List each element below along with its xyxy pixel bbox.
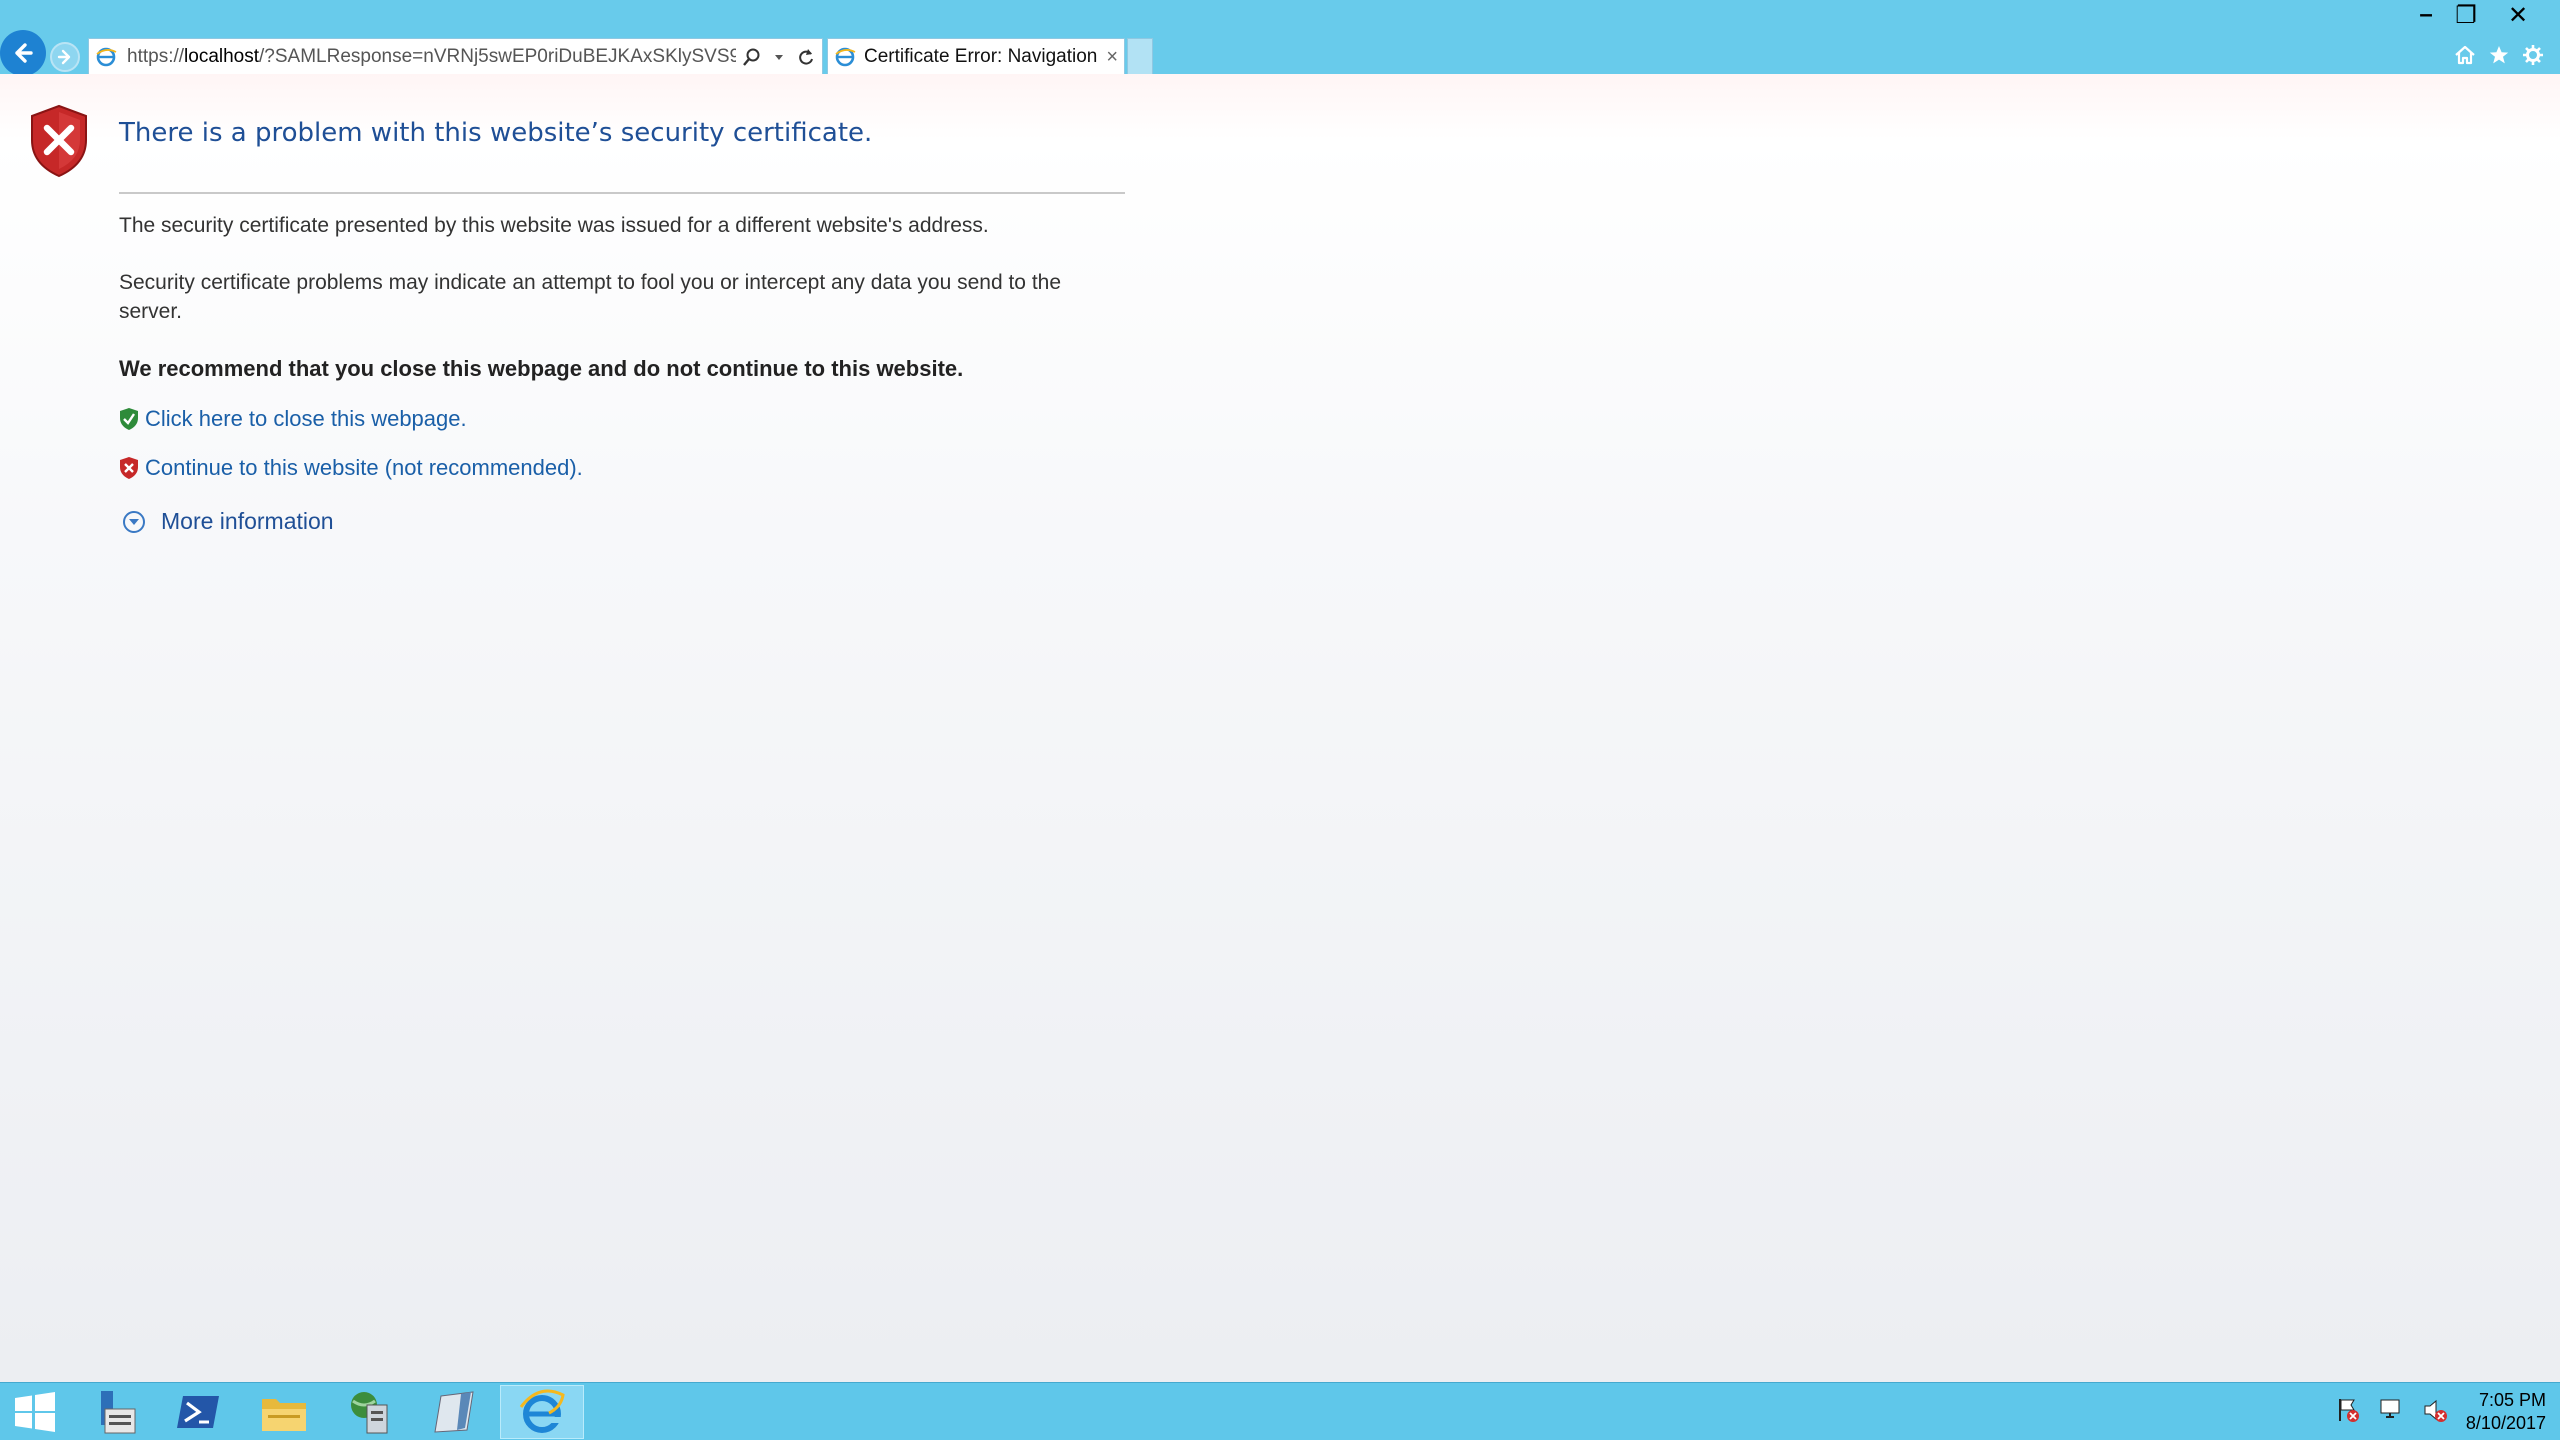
internet-explorer-icon [519,1389,565,1433]
tab-title: Certificate Error: Navigation B... [864,46,1102,67]
divider [119,192,1125,194]
close-webpage-row: Click here to close this webpage. [119,406,467,432]
restore-button[interactable]: ❐ [2446,0,2486,30]
forward-arrow-icon [57,49,71,65]
taskbar-file-explorer[interactable] [244,1385,324,1439]
file-explorer-icon [262,1399,306,1431]
favorites-star-icon[interactable] [2488,40,2510,70]
system-tray [2336,1397,2448,1423]
new-tab-button[interactable] [1127,38,1153,76]
server-manager-icon [101,1391,136,1434]
taskbar-notepad[interactable] [414,1385,494,1439]
shield-check-icon [120,408,138,430]
clock-time: 7:05 PM [2478,1390,2546,1410]
continue-website-row: Continue to this website (not recommende… [119,455,583,481]
browser-chrome: – ❐ ✕ https://localhost/?SAMLResponse=nV… [0,0,2560,76]
address-bar[interactable]: https://localhost/?SAMLResponse=nVRNj5sw… [88,38,823,76]
notepad-icon [434,1391,474,1433]
recommendation-text: We recommend that you close this webpage… [119,356,964,381]
refresh-icon[interactable] [796,47,816,67]
expand-chevron-icon [123,510,145,533]
certificate-mismatch-text: The security certificate presented by th… [119,214,989,237]
taskbar: 7:05 PM 8/10/2017 [0,1382,2560,1440]
close-window-button[interactable]: ✕ [2486,0,2550,30]
minimize-button[interactable]: – [2406,0,2446,30]
settings-gear-icon[interactable] [2522,40,2544,70]
dropdown-icon[interactable] [774,52,784,62]
taskbar-network-tool[interactable] [330,1385,410,1439]
action-center-flag-icon[interactable] [2336,1397,2360,1423]
shield-error-icon [31,104,87,178]
taskbar-powershell[interactable] [158,1385,238,1439]
search-icon[interactable] [742,47,762,67]
taskbar-clock[interactable]: 7:05 PM 8/10/2017 [2440,1389,2546,1435]
ie-page-icon [835,47,856,67]
start-windows-icon [15,1392,55,1432]
home-icon[interactable] [2454,40,2476,70]
start-button[interactable] [0,1385,70,1439]
taskbar-internet-explorer[interactable] [500,1385,584,1439]
network-tool-icon [351,1392,388,1434]
clock-date: 8/10/2017 [2465,1413,2546,1433]
more-information-link[interactable]: More information [161,508,334,535]
tab-certificate-error[interactable]: Certificate Error: Navigation B... × [827,38,1125,76]
ie-page-icon [96,47,117,67]
powershell-icon [177,1396,219,1428]
continue-website-link[interactable]: Continue to this website (not recommende… [145,455,583,481]
tab-close-icon[interactable]: × [1106,46,1118,69]
security-warning-text: Security certificate problems may indica… [119,271,1062,323]
address-url[interactable]: https://localhost/?SAMLResponse=nVRNj5sw… [127,46,736,68]
shield-x-icon [120,457,138,479]
taskbar-server-manager[interactable] [74,1385,154,1439]
more-information-toggle[interactable]: More information [123,508,334,535]
back-button[interactable] [0,30,46,76]
page-title: There is a problem with this website’s s… [119,118,873,148]
close-webpage-link[interactable]: Click here to close this webpage. [145,406,467,432]
back-arrow-icon [15,43,33,63]
certificate-error-page: There is a problem with this website’s s… [0,74,2560,1382]
forward-button[interactable] [50,42,80,72]
network-icon[interactable] [2378,1397,2404,1423]
